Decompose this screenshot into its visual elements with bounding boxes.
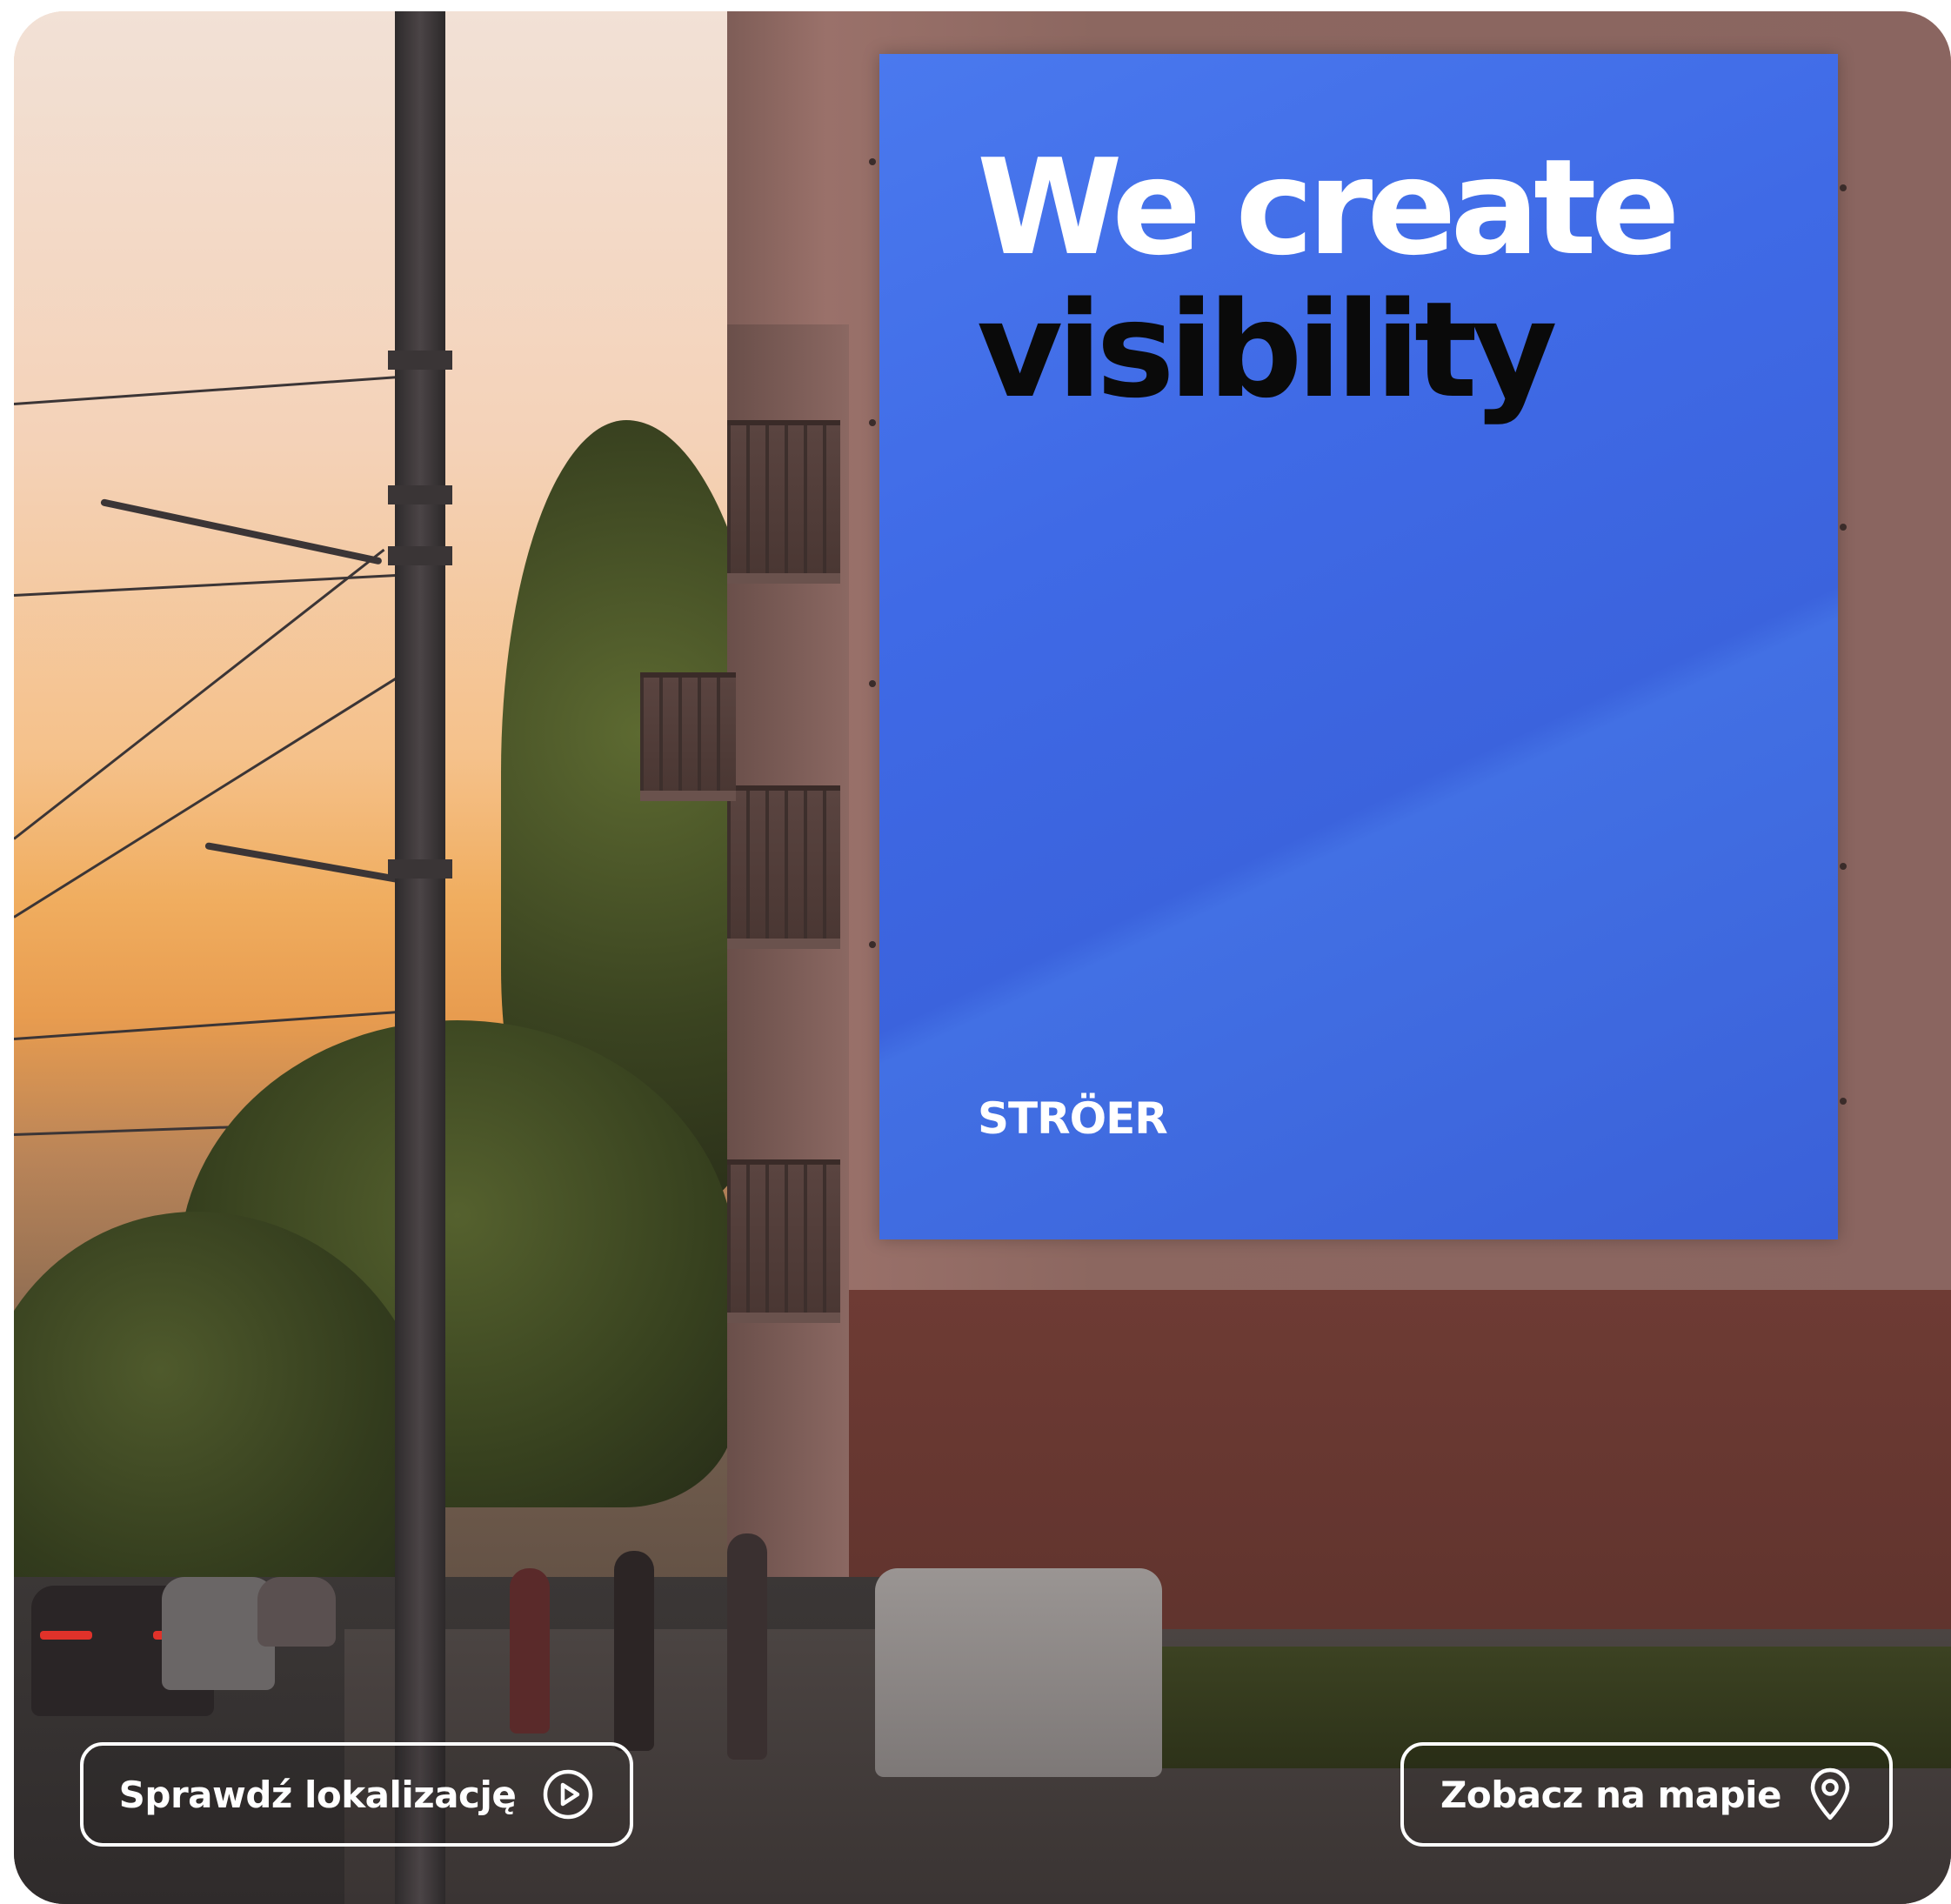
car-taillight <box>40 1631 92 1640</box>
location-photo-card: We create visibility STRÖER Sprawdź loka… <box>14 11 1951 1904</box>
pole-clamp <box>388 485 452 504</box>
pole-clamp <box>388 351 452 370</box>
headline-line-1: We create <box>977 130 1680 284</box>
billboard-fastener <box>1840 184 1847 191</box>
pedestrian <box>614 1551 654 1751</box>
billboard-fastener <box>1840 524 1847 531</box>
utility-pole <box>395 11 445 1904</box>
play-circle-icon <box>542 1768 594 1820</box>
billboard-fastener <box>869 158 876 165</box>
billboard-fastener <box>1840 863 1847 870</box>
view-on-map-button[interactable]: Zobacz na mapie <box>1400 1742 1893 1847</box>
car <box>257 1577 336 1647</box>
billboard-fastener <box>869 419 876 426</box>
billboard-fastener <box>869 941 876 948</box>
view-on-map-label: Zobacz na mapie <box>1440 1773 1782 1816</box>
pedestrian <box>727 1533 767 1760</box>
map-pin-icon <box>1807 1767 1853 1821</box>
parked-car <box>875 1568 1162 1777</box>
balcony <box>727 420 840 584</box>
billboard-headline: We create visibility <box>977 130 1680 427</box>
check-location-button[interactable]: Sprawdź lokalizację <box>80 1742 633 1847</box>
billboard-fastener <box>1840 1098 1847 1105</box>
headline-line-2: visibility <box>977 273 1558 427</box>
billboard-fastener <box>869 680 876 687</box>
pole-clamp <box>388 859 452 879</box>
stroer-logo: STRÖER <box>978 1093 1168 1144</box>
balcony <box>727 1159 840 1323</box>
balcony <box>727 785 840 949</box>
check-location-label: Sprawdź lokalizację <box>118 1773 517 1816</box>
billboard: We create visibility STRÖER <box>869 54 1847 1239</box>
pedestrian <box>510 1568 550 1734</box>
balcony <box>640 672 736 801</box>
pole-clamp <box>388 546 452 565</box>
